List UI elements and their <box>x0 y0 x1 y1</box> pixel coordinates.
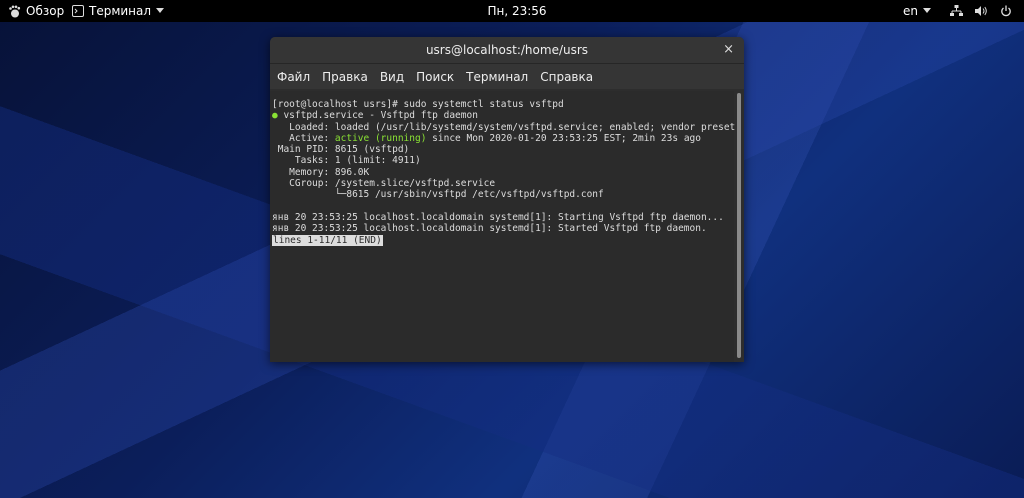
active-line: Active: active (running) since Mon 2020-… <box>272 133 734 144</box>
network-icon <box>950 5 963 16</box>
menu-view[interactable]: Вид <box>379 68 405 86</box>
top-bar: Обзор Терминал Пн, 23:56 en <box>0 0 1024 22</box>
log-line-1: янв 20 23:53:25 localhost.localdomain sy… <box>272 211 724 223</box>
menu-help[interactable]: Справка <box>539 68 594 86</box>
menu-terminal[interactable]: Терминал <box>465 68 529 86</box>
menu-file[interactable]: Файл <box>276 68 311 86</box>
scrollbar[interactable] <box>737 93 741 358</box>
menu-edit[interactable]: Правка <box>321 68 369 86</box>
terminal-window: usrs@localhost:/home/usrs × Файл Правка … <box>270 37 744 362</box>
active-state: active (running) <box>334 132 427 144</box>
chevron-down-icon <box>923 8 931 13</box>
window-titlebar[interactable]: usrs@localhost:/home/usrs × <box>270 37 744 64</box>
system-menu[interactable] <box>950 0 1024 22</box>
loaded-line: Loaded: loaded (/usr/lib/systemd/system/… <box>272 122 741 133</box>
memory-line: Memory: 896.0K <box>272 166 370 178</box>
loaded-text: Loaded: loaded (/usr/lib/systemd/system/… <box>272 121 744 133</box>
active-suffix: since Mon 2020-01-20 23:53:25 EST; 2min … <box>426 132 701 144</box>
service-line: ● vsftpd.service - Vsftpd ftp daemon <box>272 110 734 121</box>
power-icon <box>1001 5 1011 17</box>
menu-bar: Файл Правка Вид Поиск Терминал Справка <box>270 64 744 89</box>
language-selector[interactable]: en <box>903 0 931 22</box>
tree-line: └─8615 /usr/sbin/vsftpd /etc/vsftpd/vsft… <box>272 189 604 201</box>
service-text: vsftpd.service - Vsftpd ftp daemon <box>277 110 478 122</box>
clock-label: Пн, 23:56 <box>487 4 547 18</box>
menu-search[interactable]: Поиск <box>415 68 455 86</box>
cgroup-line: CGroup: /system.slice/vsftpd.service <box>272 178 496 190</box>
language-label: en <box>903 4 918 18</box>
tasks-line: Tasks: 1 (limit: 4911) <box>272 155 421 167</box>
prompt-line: [root@localhost usrs]# sudo systemctl st… <box>272 99 564 110</box>
volume-icon <box>975 6 987 16</box>
active-prefix: Active: <box>272 132 335 144</box>
pager-status: lines 1-11/11 (END) <box>272 234 383 246</box>
terminal-output[interactable]: [root@localhost usrs]# sudo systemctl st… <box>270 91 741 362</box>
log-line-2: янв 20 23:53:25 localhost.localdomain sy… <box>272 223 707 235</box>
scrollbar-thumb[interactable] <box>737 93 741 358</box>
window-title: usrs@localhost:/home/usrs <box>425 43 589 57</box>
clock[interactable]: Пн, 23:56 <box>0 0 1024 22</box>
close-icon[interactable]: × <box>723 43 734 57</box>
mainpid-line: Main PID: 8615 (vsftpd) <box>272 144 410 156</box>
